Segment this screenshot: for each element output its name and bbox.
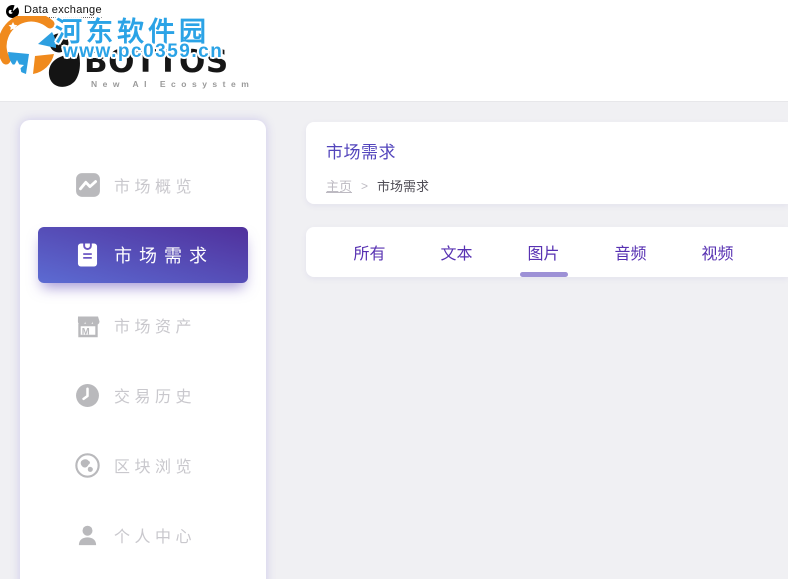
sidebar-item-label: 市场资产 (114, 319, 197, 336)
window-titlebar: Data exchange (6, 4, 102, 18)
sidebar-item-market-demand[interactable]: 市场需求 (38, 227, 248, 283)
breadcrumb-separator-icon: > (361, 178, 369, 193)
sidebar-item-label: 个人中心 (114, 529, 197, 546)
globe-icon (74, 452, 101, 478)
nav-slot: 市场概览 (20, 150, 266, 220)
active-tab-underline (519, 272, 568, 277)
sidebar-item-trade-history[interactable]: 交易历史 (38, 367, 248, 423)
bottos-logo-icon (48, 33, 80, 87)
sidebar-item-label: 市场需求 (114, 246, 214, 266)
nav-slot: 市场需求 (20, 220, 266, 290)
breadcrumb-home-link[interactable]: 主页 (326, 176, 352, 195)
tab-label: 所有 (353, 246, 386, 263)
sidebar: 市场概览 市场需求 M 市场资产 交易历史 区块浏览 个人中心 (20, 120, 266, 579)
sidebar-item-market-assets[interactable]: M 市场资产 (38, 297, 248, 353)
user-icon (74, 524, 101, 547)
sidebar-item-label: 交易历史 (114, 389, 197, 406)
sidebar-item-market-overview[interactable]: 市场概览 (38, 157, 248, 213)
order-icon (74, 242, 101, 268)
breadcrumb-current: 市场需求 (377, 179, 430, 194)
tab-image[interactable]: 图片 (500, 227, 587, 277)
nav-slot: 交易历史 (20, 360, 266, 430)
app-header: Data exchange BOTTOS New AI Ecosystem (0, 0, 788, 102)
sidebar-item-block-explorer[interactable]: 区块浏览 (38, 437, 248, 493)
tab-text[interactable]: 文本 (413, 227, 500, 277)
bottos-tagline: New AI Ecosystem (91, 79, 255, 89)
app-window-icon (6, 4, 19, 18)
window-title: Data exchange (24, 4, 102, 18)
tab-all[interactable]: 所有 (326, 227, 413, 277)
chart-icon (74, 172, 101, 198)
breadcrumb: 主页 > 市场需求 (326, 176, 429, 195)
sidebar-item-personal-center[interactable]: 个人中心 (38, 507, 248, 563)
tab-label: 文本 (440, 246, 473, 263)
tab-label: 音频 (614, 246, 647, 263)
store-icon: M (74, 312, 101, 338)
page-header-card: 市场需求 主页 > 市场需求 (306, 122, 788, 204)
tab-video[interactable]: 视频 (674, 227, 761, 277)
tab-audio[interactable]: 音频 (587, 227, 674, 277)
tab-label: 图片 (527, 246, 560, 263)
sidebar-item-label: 市场概览 (114, 179, 197, 196)
sidebar-item-label: 区块浏览 (114, 459, 197, 476)
page-title: 市场需求 (326, 143, 396, 162)
svg-text:M: M (81, 327, 93, 338)
clock-icon (74, 383, 101, 408)
content-type-tabs: 所有 文本 图片 音频 视频 (306, 227, 788, 277)
nav-slot: 个人中心 (20, 500, 266, 570)
nav-slot: M 市场资产 (20, 290, 266, 360)
tab-label: 视频 (701, 246, 734, 263)
bottos-wordmark: BOTTOS (84, 44, 229, 80)
nav-slot: 区块浏览 (20, 430, 266, 500)
